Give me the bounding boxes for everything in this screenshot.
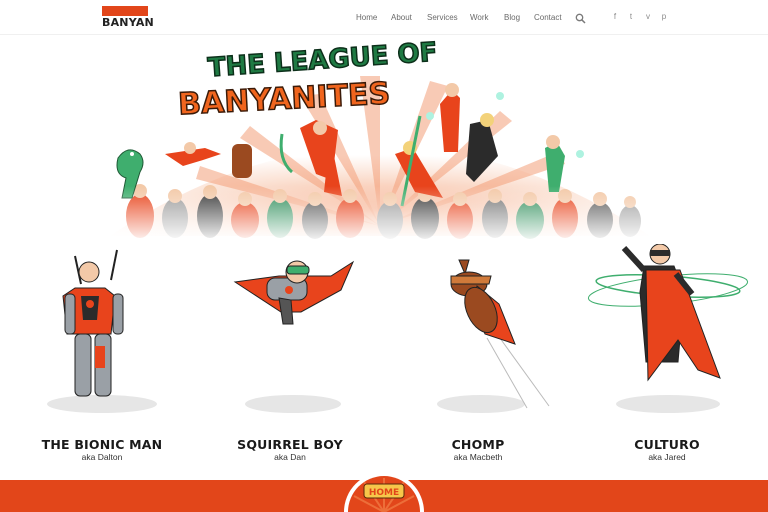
home-badge-graphic: HOME bbox=[344, 472, 424, 512]
hero-alias: aka Macbeth bbox=[453, 452, 503, 462]
nav-contact[interactable]: Contact bbox=[534, 13, 562, 22]
squirrel-boy-illustration bbox=[233, 260, 355, 413]
nav-blog[interactable]: Blog bbox=[504, 13, 520, 22]
hero-name: SQUIRREL BOY bbox=[237, 437, 343, 452]
vimeo-icon[interactable]: v bbox=[643, 12, 653, 22]
hero-name: THE BIONIC MAN bbox=[41, 437, 163, 452]
league-banner: THE LEAGUE OF BANYANITES bbox=[0, 36, 768, 244]
site-header: BANYAN Home About Services Work Blog Con… bbox=[0, 0, 768, 35]
hero-card-squirrel-boy[interactable]: SQUIRREL BOY aka Dan bbox=[205, 244, 375, 474]
nav-work[interactable]: Work bbox=[470, 13, 489, 22]
hero-card-culturo[interactable]: CULTURO aka Jared bbox=[582, 244, 752, 474]
home-label: HOME bbox=[369, 488, 399, 498]
culturo-illustration bbox=[587, 244, 749, 413]
league-title: THE LEAGUE OF BANYANITES bbox=[177, 37, 439, 123]
hero-card-bionic-man[interactable]: THE BIONIC MAN aka Dalton bbox=[17, 244, 187, 474]
bionic-man-illustration bbox=[47, 249, 157, 413]
title-line-1: THE LEAGUE OF bbox=[207, 37, 438, 83]
hero-alias: aka Dalton bbox=[81, 452, 123, 462]
facebook-icon[interactable]: f bbox=[610, 12, 620, 22]
home-button[interactable]: HOME bbox=[344, 470, 424, 512]
hero-alias: aka Dan bbox=[274, 452, 306, 462]
hero-name: CULTURO bbox=[634, 437, 700, 452]
nav-services[interactable]: Services bbox=[427, 13, 458, 22]
hero-alias: aka Jared bbox=[648, 452, 686, 462]
banner-illustration: THE LEAGUE OF BANYANITES bbox=[0, 37, 768, 244]
hero-card-chomp[interactable]: CHOMP aka Macbeth bbox=[393, 244, 563, 474]
nav-home[interactable]: Home bbox=[356, 13, 377, 22]
nav-about[interactable]: About bbox=[391, 13, 412, 22]
twitter-icon[interactable]: t bbox=[626, 12, 636, 22]
search-icon[interactable] bbox=[575, 11, 586, 24]
pinterest-icon[interactable]: p bbox=[659, 12, 669, 22]
hero-name: CHOMP bbox=[451, 437, 505, 452]
chomp-illustration bbox=[437, 259, 550, 413]
